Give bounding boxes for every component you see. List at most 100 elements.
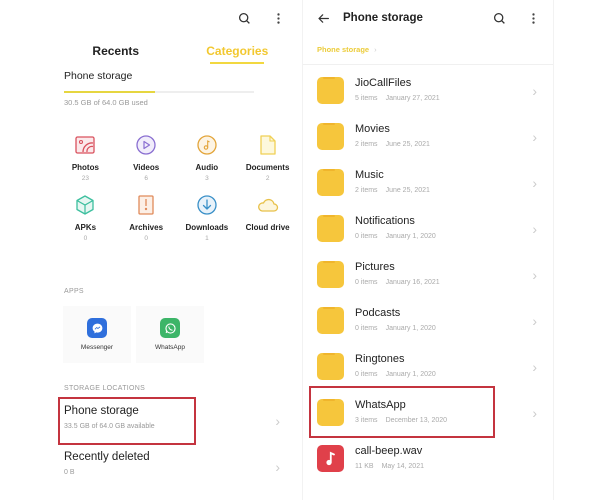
file-list-item[interactable]: WhatsApp 3 items December 13, 2020 › <box>303 390 555 436</box>
file-item-count: 2 items <box>355 187 378 194</box>
file-meta: 0 items January 16, 2021 <box>355 279 440 286</box>
file-date: December 13, 2020 <box>385 417 448 424</box>
category-count: 1 <box>205 235 209 242</box>
file-list-item[interactable]: Music 2 items June 25, 2021 › <box>303 160 555 206</box>
file-date: January 16, 2021 <box>385 279 440 286</box>
location-title: Phone storage <box>64 405 139 417</box>
file-date: June 25, 2021 <box>385 187 430 194</box>
file-meta: 0 items January 1, 2020 <box>355 371 436 378</box>
category-label: Audio <box>195 163 219 172</box>
file-list: JioCallFiles 5 items January 27, 2021 › M… <box>303 68 555 482</box>
file-list-item[interactable]: Podcasts 0 items January 1, 2020 › <box>303 298 555 344</box>
folder-icon <box>317 307 344 334</box>
chevron-right-icon: › <box>532 313 537 329</box>
file-list-item[interactable]: JioCallFiles 5 items January 27, 2021 › <box>303 68 555 114</box>
folder-icon <box>317 77 344 104</box>
category-documents[interactable]: Documents 2 <box>237 134 298 182</box>
location-recently-deleted[interactable]: Recently deleted 0 B › <box>55 443 298 491</box>
more-options-icon[interactable] <box>525 10 541 26</box>
location-title: Recently deleted <box>64 451 150 463</box>
divider <box>303 64 553 65</box>
download-icon <box>197 195 217 215</box>
photo-icon <box>75 136 96 154</box>
chevron-right-icon: › <box>532 221 537 237</box>
chevron-right-icon: › <box>532 267 537 283</box>
file-meta: 0 items January 1, 2020 <box>355 325 436 332</box>
file-meta: 3 items December 13, 2020 <box>355 417 447 424</box>
play-icon <box>136 135 156 155</box>
file-list-item[interactable]: Notifications 0 items January 1, 2020 › <box>303 206 555 252</box>
search-icon[interactable] <box>236 10 252 26</box>
file-date: January 27, 2021 <box>385 95 440 102</box>
file-meta: 0 items January 1, 2020 <box>355 233 436 240</box>
file-name: Ringtones <box>355 353 405 365</box>
apps-row: Messenger WhatsApp <box>63 306 204 363</box>
whatsapp-icon <box>160 318 180 338</box>
category-audio[interactable]: Audio 3 <box>177 134 238 182</box>
category-count: 0 <box>83 235 88 242</box>
category-label: Documents <box>245 163 290 172</box>
tab-categories[interactable]: Categories <box>177 44 299 64</box>
category-label: APKs <box>74 223 97 232</box>
app-messenger[interactable]: Messenger <box>63 306 131 363</box>
search-icon[interactable] <box>491 10 507 26</box>
archive-icon <box>138 195 154 215</box>
category-cloud-drive[interactable]: Cloud drive <box>237 194 298 242</box>
location-subtitle: 33.5 GB of 64.0 GB available <box>64 423 155 430</box>
chevron-right-icon: › <box>275 413 280 429</box>
document-icon <box>259 135 276 155</box>
location-phone-storage[interactable]: Phone storage 33.5 GB of 64.0 GB availab… <box>55 397 298 445</box>
file-date: January 1, 2020 <box>385 371 436 378</box>
storage-progress-bar <box>64 91 254 93</box>
file-item-count: 5 items <box>355 95 378 102</box>
page-title: Phone storage <box>343 12 423 24</box>
file-meta: 11 KB May 14, 2021 <box>355 463 424 470</box>
header: Phone storage <box>315 10 423 26</box>
breadcrumb-item[interactable]: Phone storage <box>317 45 369 54</box>
file-meta: 2 items June 25, 2021 <box>355 141 430 148</box>
file-list-item[interactable]: call-beep.wav 11 KB May 14, 2021 <box>303 436 555 482</box>
breadcrumb: Phone storage › <box>317 45 377 54</box>
file-name: WhatsApp <box>355 399 406 411</box>
category-label: Photos <box>71 163 99 172</box>
app-label: WhatsApp <box>155 344 185 351</box>
storage-used-text: 30.5 GB of 64.0 GB used <box>64 98 148 107</box>
back-arrow-icon[interactable] <box>315 10 331 26</box>
file-list-item[interactable]: Pictures 0 items January 16, 2021 › <box>303 252 555 298</box>
category-photos[interactable]: Photos 23 <box>55 134 116 182</box>
file-item-count: 0 items <box>355 233 378 240</box>
storage-title: Phone storage <box>64 70 133 82</box>
category-downloads[interactable]: Downloads 1 <box>177 194 238 242</box>
category-label: Archives <box>129 223 164 232</box>
folder-icon <box>317 169 344 196</box>
category-count: 6 <box>144 175 148 182</box>
chevron-right-icon: › <box>532 129 537 145</box>
storage-progress-fill <box>64 91 155 93</box>
file-list-item[interactable]: Ringtones 0 items January 1, 2020 › <box>303 344 555 390</box>
file-meta: 5 items January 27, 2021 <box>355 95 440 102</box>
app-whatsapp[interactable]: WhatsApp <box>136 306 204 363</box>
app-label: Messenger <box>80 344 114 351</box>
cloud-icon <box>257 198 278 212</box>
category-label: Cloud drive <box>245 223 290 232</box>
category-count: 3 <box>205 175 209 182</box>
file-item-count: 0 items <box>355 371 378 378</box>
folder-icon <box>317 353 344 380</box>
file-item-count: 3 items <box>355 417 378 424</box>
category-count: 0 <box>144 235 148 242</box>
more-options-icon[interactable] <box>270 10 286 26</box>
chevron-right-icon: › <box>532 175 537 191</box>
category-apks[interactable]: APKs 0 <box>55 194 116 242</box>
tab-recents[interactable]: Recents <box>55 44 177 64</box>
category-videos[interactable]: Videos 6 <box>116 134 177 182</box>
storage-summary[interactable]: Phone storage 30.5 GB of 64.0 GB used <box>64 70 264 107</box>
chevron-right-icon: › <box>532 405 537 421</box>
tab-bar: Recents Categories <box>55 44 298 64</box>
file-meta: 2 items June 25, 2021 <box>355 187 430 194</box>
category-label: Videos <box>133 163 160 172</box>
categories-screen: Recents Categories Phone storage 30.5 GB… <box>55 0 298 500</box>
category-archives[interactable]: Archives 0 <box>116 194 177 242</box>
folder-icon <box>317 123 344 150</box>
package-icon <box>76 195 95 215</box>
file-list-item[interactable]: Movies 2 items June 25, 2021 › <box>303 114 555 160</box>
